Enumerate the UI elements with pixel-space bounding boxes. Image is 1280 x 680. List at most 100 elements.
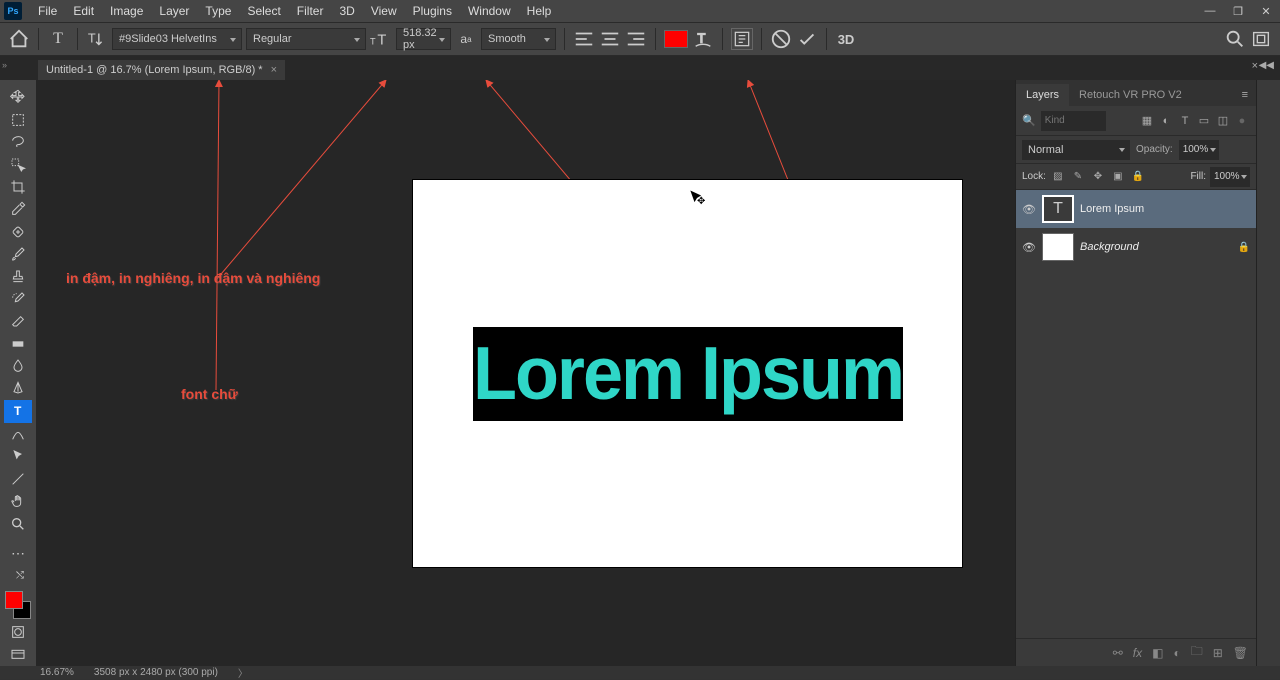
align-right-icon[interactable] <box>625 28 647 50</box>
expand-toolbar-icon[interactable]: » <box>2 60 7 70</box>
filter-toggle-icon[interactable]: ● <box>1234 113 1250 129</box>
healing-tool[interactable] <box>4 221 32 243</box>
lock-position-icon[interactable]: ✥ <box>1090 169 1106 185</box>
foreground-color[interactable] <box>5 591 23 609</box>
eraser-tool[interactable] <box>4 310 32 332</box>
hand-tool[interactable] <box>4 490 32 512</box>
commit-icon[interactable] <box>796 28 818 50</box>
history-brush-tool[interactable] <box>4 288 32 310</box>
filter-pixel-icon[interactable]: ▦ <box>1139 113 1155 129</box>
menu-view[interactable]: View <box>363 1 405 21</box>
filter-shape-icon[interactable]: ▭ <box>1196 113 1212 129</box>
font-family-dropdown[interactable]: #9Slide03 HelvetIns <box>112 28 242 50</box>
text-layer-box[interactable]: Lorem Ipsum <box>473 327 903 421</box>
menu-filter[interactable]: Filter <box>289 1 332 21</box>
cancel-icon[interactable] <box>770 28 792 50</box>
lock-pixels-icon[interactable]: ✎ <box>1070 169 1086 185</box>
panel-menu-icon[interactable]: ≡ <box>1234 84 1256 106</box>
adjustment-layer-icon[interactable]: ◐ <box>1173 646 1180 660</box>
line-tool[interactable] <box>4 467 32 489</box>
text-color-swatch[interactable] <box>664 30 688 48</box>
marquee-tool[interactable] <box>4 108 32 130</box>
lock-all-icon[interactable]: 🔒 <box>1130 169 1146 185</box>
swap-colors-icon[interactable]: ⤭ <box>6 565 34 587</box>
move-tool[interactable] <box>4 86 32 108</box>
filter-adjust-icon[interactable]: ◐ <box>1158 113 1174 129</box>
type-tool[interactable]: T <box>4 400 32 422</box>
visibility-icon[interactable]: 👁 <box>1022 202 1036 216</box>
zoom-level[interactable]: 16.67% <box>40 667 74 678</box>
character-panel-icon[interactable] <box>731 28 753 50</box>
close-button[interactable]: ✕ <box>1252 1 1280 21</box>
pen-tool[interactable] <box>4 378 32 400</box>
close-document-icon[interactable]: × <box>271 64 277 76</box>
canvas-area[interactable]: in đậm, in nghiêng, in đậm và nghiêng fo… <box>36 80 1015 666</box>
3d-text-icon[interactable]: 3D <box>835 28 857 50</box>
menu-help[interactable]: Help <box>519 1 560 21</box>
screen-mode-icon[interactable] <box>4 643 32 665</box>
collapsed-panels-strip[interactable] <box>1256 80 1280 666</box>
type-tool-preset-icon[interactable]: T <box>47 28 69 50</box>
tab-layers[interactable]: Layers <box>1016 84 1069 106</box>
shape-pen-tool[interactable] <box>4 423 32 445</box>
menu-edit[interactable]: Edit <box>65 1 102 21</box>
document-tab[interactable]: Untitled-1 @ 16.7% (Lorem Ipsum, RGB/8) … <box>38 60 285 80</box>
menu-select[interactable]: Select <box>239 1 288 21</box>
collapse-panels-icon[interactable]: ◀◀ <box>1259 60 1274 71</box>
layer-name[interactable]: Background <box>1080 241 1139 253</box>
tab-retouch[interactable]: Retouch VR PRO V2 <box>1069 84 1192 106</box>
color-picker[interactable] <box>3 591 33 621</box>
menu-image[interactable]: Image <box>102 1 151 21</box>
menu-file[interactable]: File <box>30 1 65 21</box>
layer-style-icon[interactable]: fx <box>1133 646 1142 660</box>
crop-tool[interactable] <box>4 176 32 198</box>
layer-filter-input[interactable] <box>1041 111 1106 131</box>
opacity-input[interactable]: 100% <box>1179 140 1219 160</box>
layer-name[interactable]: Lorem Ipsum <box>1080 203 1144 215</box>
font-size-dropdown[interactable]: 518.32 px <box>396 28 451 50</box>
zoom-tool[interactable] <box>4 512 32 534</box>
panel-close-icon[interactable]: × <box>1252 60 1258 72</box>
document-dimensions[interactable]: 3508 px x 2480 px (300 ppi) <box>94 667 218 678</box>
lasso-tool[interactable] <box>4 131 32 153</box>
font-style-dropdown[interactable]: Regular <box>246 28 366 50</box>
delete-layer-icon[interactable]: 🗑 <box>1233 646 1248 660</box>
filter-type-icon[interactable]: T <box>1177 113 1193 129</box>
new-layer-icon[interactable]: ⊞ <box>1213 646 1223 660</box>
layer-row[interactable]: 👁 Background 🔒 <box>1016 228 1256 266</box>
lock-icon[interactable]: 🔒 <box>1238 242 1250 253</box>
stamp-tool[interactable] <box>4 266 32 288</box>
search-icon[interactable] <box>1224 28 1246 50</box>
fill-input[interactable]: 100% <box>1210 167 1250 187</box>
menu-layer[interactable]: Layer <box>151 1 197 21</box>
link-layers-icon[interactable]: ⚯ <box>1113 646 1123 660</box>
frame-icon[interactable] <box>1250 28 1272 50</box>
text-orientation-icon[interactable]: T <box>86 28 108 50</box>
blend-mode-dropdown[interactable]: Normal <box>1022 140 1130 160</box>
menu-type[interactable]: Type <box>197 1 239 21</box>
blur-tool[interactable] <box>4 355 32 377</box>
menu-3d[interactable]: 3D <box>331 1 362 21</box>
visibility-icon[interactable]: 👁 <box>1022 240 1036 254</box>
status-arrow-icon[interactable]: 〉 <box>238 665 248 680</box>
minimize-button[interactable]: — <box>1196 1 1224 21</box>
align-center-icon[interactable] <box>599 28 621 50</box>
maximize-button[interactable]: ❐ <box>1224 1 1252 21</box>
menu-plugins[interactable]: Plugins <box>405 1 460 21</box>
layer-thumbnail-text[interactable]: T <box>1042 195 1074 223</box>
path-selection-tool[interactable] <box>4 445 32 467</box>
align-left-icon[interactable] <box>573 28 595 50</box>
warp-text-icon[interactable]: T <box>692 28 714 50</box>
layer-row[interactable]: 👁 T Lorem Ipsum <box>1016 190 1256 228</box>
filter-smart-icon[interactable]: ◫ <box>1215 113 1231 129</box>
selection-tool[interactable] <box>4 153 32 175</box>
edit-toolbar-icon[interactable]: ⋯ <box>4 542 32 564</box>
lock-artboard-icon[interactable]: ▣ <box>1110 169 1126 185</box>
canvas[interactable]: ✥ Lorem Ipsum <box>413 180 962 567</box>
layer-thumbnail-bg[interactable] <box>1042 233 1074 261</box>
layer-mask-icon[interactable]: ◧ <box>1152 646 1163 660</box>
gradient-tool[interactable] <box>4 333 32 355</box>
menu-window[interactable]: Window <box>460 1 519 21</box>
anti-alias-dropdown[interactable]: Smooth <box>481 28 556 50</box>
eyedropper-tool[interactable] <box>4 198 32 220</box>
